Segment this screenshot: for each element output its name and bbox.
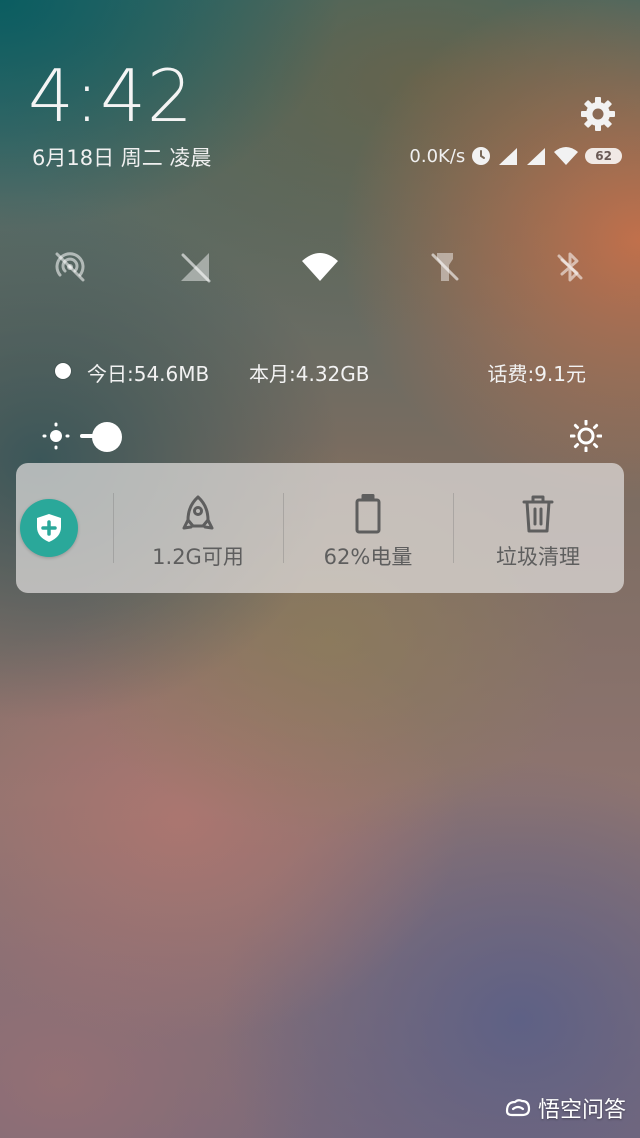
toggle-flashlight[interactable] xyxy=(422,244,468,290)
alarm-clock-icon xyxy=(472,147,491,165)
usage-today: 今日:54.6MB xyxy=(87,362,210,386)
cleanup-button[interactable]: 垃圾清理 xyxy=(453,493,623,573)
watermark-text: 悟空问答 xyxy=(537,1098,626,1123)
battery-label: 62%电量 xyxy=(323,545,413,569)
status-bar: 0.0K/s 62 xyxy=(409,143,622,169)
clock-date[interactable]: 6月18日 周二 凌晨 xyxy=(32,142,211,172)
memory-label: 1.2G可用 xyxy=(152,545,244,569)
toggle-bluetooth[interactable] xyxy=(547,244,593,290)
toggle-hotspot[interactable] xyxy=(47,244,93,290)
wifi-status-icon xyxy=(554,147,579,165)
shield-plus-icon xyxy=(37,514,61,542)
settings-gear-icon[interactable] xyxy=(578,94,618,134)
trash-icon xyxy=(522,495,554,533)
usage-month: 本月:4.32GB xyxy=(249,362,370,386)
toggle-wifi[interactable] xyxy=(297,244,343,290)
security-button[interactable] xyxy=(20,499,78,557)
battery-button[interactable]: 62%电量 xyxy=(283,493,453,573)
memory-boost-button[interactable]: 1.2G可用 xyxy=(113,493,283,573)
brightness-high-icon xyxy=(570,420,602,452)
usage-indicator-dot xyxy=(55,363,71,379)
brightness-low-icon xyxy=(42,422,70,450)
flashlight-off-icon xyxy=(431,253,459,281)
rocket-icon xyxy=(182,495,214,530)
signal-2-icon xyxy=(527,148,546,165)
bluetooth-off-icon xyxy=(557,252,583,282)
battery-badge: 62 xyxy=(585,148,622,164)
net-speed: 0.0K/s xyxy=(409,145,466,167)
mobile-data-off-icon xyxy=(181,253,211,283)
toggle-mobile-data[interactable] xyxy=(172,244,218,290)
brightness-knob[interactable] xyxy=(92,422,122,452)
watermark: 悟空问答 xyxy=(504,1092,626,1124)
clock-time[interactable]: 4:42 xyxy=(28,56,194,136)
tools-card: 1.2G可用 62%电量 垃圾清理 xyxy=(16,463,624,593)
signal-1-icon xyxy=(499,148,518,165)
data-usage-row[interactable]: 今日:54.6MB 本月:4.32GB 话费:9.1元 xyxy=(0,358,640,388)
quick-toggles xyxy=(0,244,640,290)
brightness-slider[interactable] xyxy=(0,418,640,454)
phone-balance: 话费:9.1元 xyxy=(487,362,586,386)
wifi-icon xyxy=(302,253,338,281)
battery-icon xyxy=(355,494,381,534)
cleanup-label: 垃圾清理 xyxy=(496,545,580,569)
wukong-logo-icon xyxy=(505,1099,531,1117)
hotspot-off-icon xyxy=(55,252,85,282)
